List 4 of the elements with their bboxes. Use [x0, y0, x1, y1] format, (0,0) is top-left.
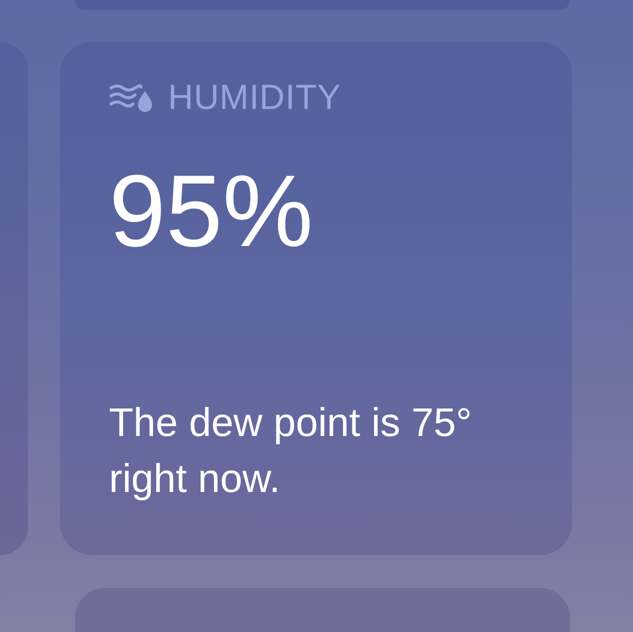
humidity-icon [109, 83, 155, 113]
humidity-value: 95% [109, 160, 314, 262]
dew-point-text: The dew point is 75° right now. [109, 400, 473, 503]
widget-title: HUMIDITY [168, 78, 342, 118]
